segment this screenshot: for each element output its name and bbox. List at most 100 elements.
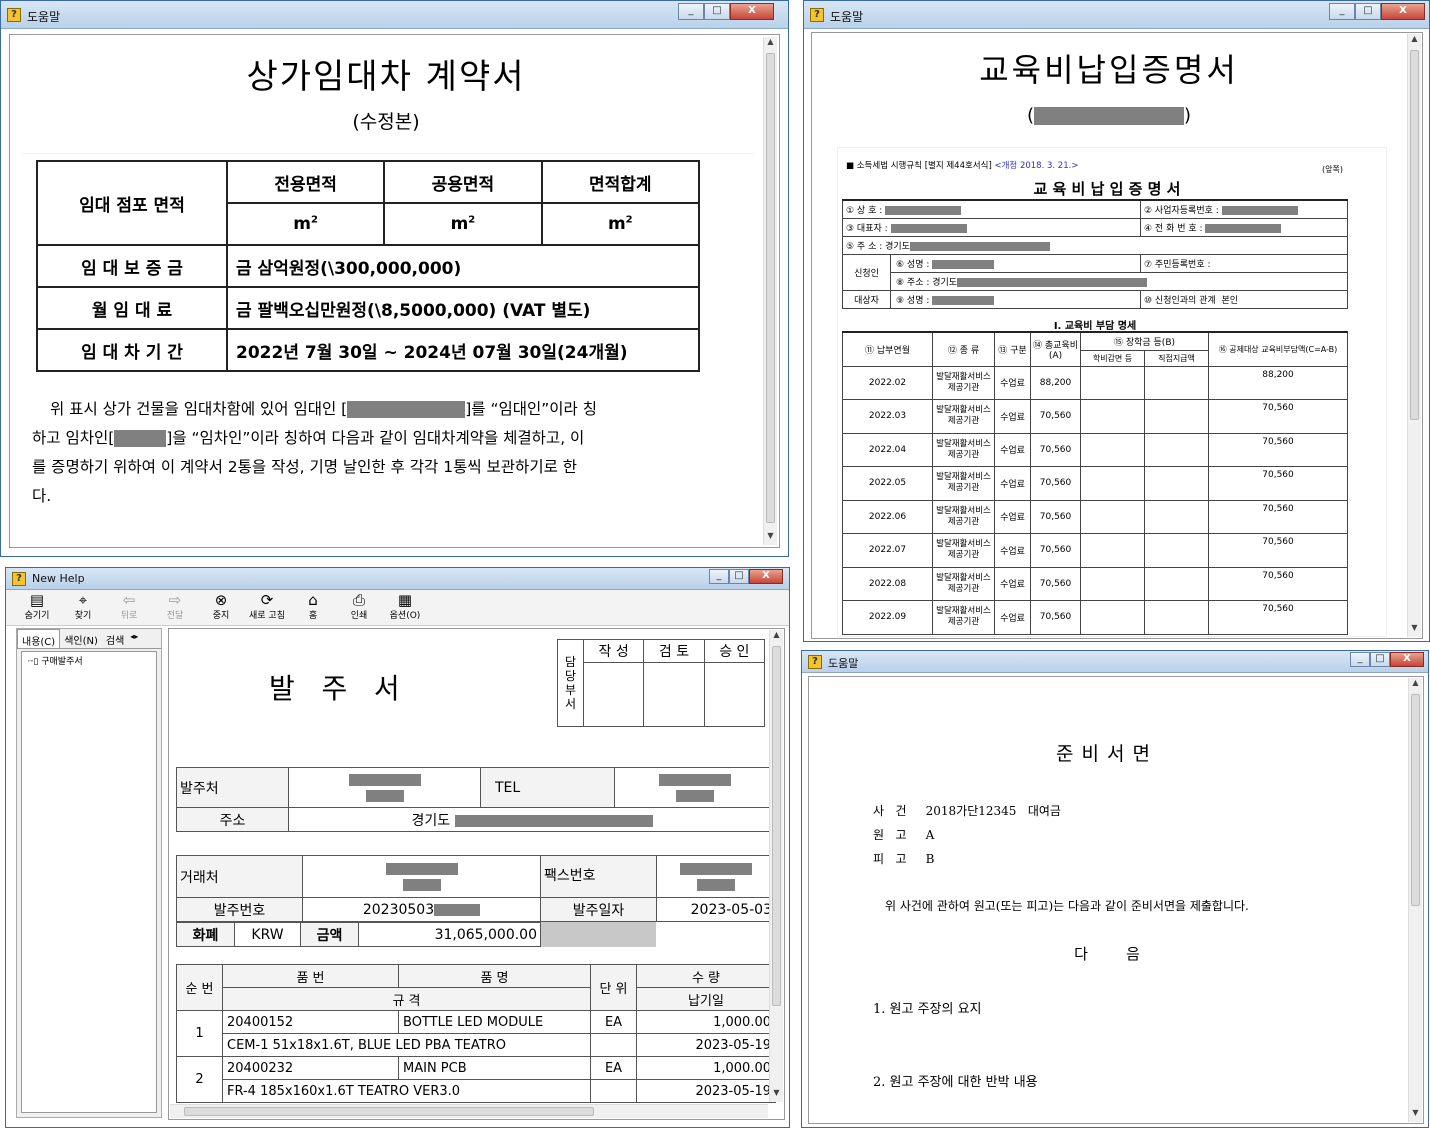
redacted-block [347, 401, 466, 418]
minimize-button[interactable]: _ [1329, 3, 1355, 20]
tab-contents[interactable]: 내용(C) [17, 629, 61, 648]
help-app-icon: ? [808, 655, 822, 669]
redacted-block [659, 773, 731, 786]
title-bar[interactable]: ? New Help _ □ X [6, 568, 789, 590]
payment-direct [1144, 399, 1209, 434]
approval-box: 담당부서 작 성 검 토 승 인 [557, 639, 766, 727]
item-unit: EA [590, 1010, 637, 1034]
payment-net: 70,560 [1208, 466, 1348, 501]
item-part-no: 20400152 [222, 1010, 399, 1034]
doc-subtitle: () [1026, 105, 1192, 126]
payment-kind: 발달재활서비스 제공기관 [932, 499, 995, 534]
orderer-table: 발주처 TEL 주소 경기도 [176, 767, 776, 832]
item-part-no: 20400232 [222, 1056, 399, 1080]
contract-paragraph: 위 표시 상가 건물을 임대차함에 있어 임대인 []를 “임대인”이라 칭 하… [32, 400, 598, 505]
payment-total: 88,200 [1030, 365, 1081, 400]
vertical-scrollbar[interactable]: ▲ ▼ [1407, 34, 1421, 637]
horizontal-scrollbar[interactable] [170, 1104, 768, 1118]
payment-month: 2022.06 [842, 499, 933, 534]
toolbar-forward-button[interactable]: ⇨ 전달 [152, 590, 198, 625]
area-col-total: 면적합계 [540, 160, 701, 204]
items-table: 순 번 품 번 품 명 단 위 수 량 규 격 납기일 1 20400152 BOT… [176, 964, 776, 1103]
toolbar-find-button[interactable]: ⌖ 찾기 [60, 590, 106, 625]
maximize-button[interactable]: □ [1370, 652, 1390, 667]
back-icon: ⇦ [122, 591, 136, 609]
payment-total: 70,560 [1030, 499, 1081, 534]
title-bar[interactable]: ? 도움말 _ □ X [802, 651, 1428, 673]
toolbar: ▤ 숨기기 ⌖ 찾기 ⇦ 뒤로 ⇨ 전달 ⊗ 중지 ⟳ 새로 고침 ⌂ 홈 ⎙ 인쇄 ▦ 옵션(O) [6, 590, 789, 626]
deposit-value: 금 삼억원정(\300,000,000) [226, 244, 700, 288]
toolbar-refresh-button[interactable]: ⟳ 새로 고침 [244, 590, 290, 625]
title-bar[interactable]: ? 도움말 _ □ X [1, 1, 788, 29]
item-qty: 1,000.00 [636, 1056, 776, 1080]
item-spec: FR-4 185x160x1.6T TEATRO VER3.0 [222, 1079, 591, 1103]
toolbar-label: 홈 [308, 611, 318, 621]
toolbar-stop-button[interactable]: ⊗ 중지 [198, 590, 244, 625]
toolbar-back-button[interactable]: ⇦ 뒤로 [106, 590, 152, 625]
payment-row: 2022.07 발달재활서비스 제공기관 수업료 70,560 70,560 [842, 533, 1348, 568]
form-reference: ■ 소득세법 시행규칙 [별지 제44호서식] <개정 2018. 3. 21.… [846, 161, 1079, 171]
vertical-scrollbar[interactable]: ▲ ▼ [769, 630, 783, 1102]
payment-kind: 발달재활서비스 제공기관 [932, 466, 995, 501]
redacted-block [1205, 223, 1282, 233]
tab-scroll-arrows[interactable]: ◂▸ [128, 629, 140, 648]
toolbar-label: 중지 [212, 611, 230, 621]
vertical-scrollbar[interactable]: ▲ ▼ [763, 37, 777, 545]
redacted-block [1221, 205, 1298, 215]
window-title: 도움말 [828, 657, 859, 670]
payment-direct [1144, 566, 1209, 601]
help-window-lease-contract: ? 도움말 _ □ X 상가임대차 계약서 (수정본) 임대 점포 면적 전용면… [0, 0, 789, 557]
close-button[interactable]: X [749, 569, 783, 584]
payment-type: 수업료 [994, 566, 1031, 601]
redacted-block [402, 878, 441, 891]
minimize-button[interactable]: _ [709, 569, 729, 584]
payment-kind: 발달재활서비스 제공기관 [932, 399, 995, 434]
tab-index[interactable]: 색인(N) [60, 629, 102, 648]
payment-type: 수업료 [994, 466, 1031, 501]
tab-search[interactable]: 검색 [102, 629, 128, 648]
payment-net: 70,560 [1208, 499, 1348, 534]
payment-direct [1144, 432, 1209, 467]
item-part-name: MAIN PCB [398, 1056, 591, 1080]
area-col-common: 공용면적 [383, 160, 543, 204]
item-spacer [590, 1033, 637, 1057]
minimize-button[interactable]: _ [1350, 652, 1370, 667]
payment-total: 70,560 [1030, 399, 1081, 434]
document-icon: ┈▯ [28, 657, 39, 667]
payment-month: 2022.03 [842, 399, 933, 434]
toolbar-options-button[interactable]: ▦ 옵션(O) [382, 590, 428, 625]
item-2: 2. 원고 주장에 대한 반박 내용 [873, 1075, 1038, 1090]
title-bar[interactable]: ? 도움말 _ □ X [804, 1, 1429, 29]
payment-month: 2022.09 [842, 600, 933, 635]
close-button[interactable]: X [730, 3, 774, 20]
minimize-button[interactable]: _ [678, 3, 704, 20]
form-title: 교 육 비 납 입 증 명 서 [1033, 180, 1181, 198]
maximize-button[interactable]: □ [1355, 3, 1381, 20]
redacted-block [114, 430, 167, 447]
payment-type: 수업료 [994, 432, 1031, 467]
payment-scholarship [1080, 566, 1145, 601]
redacted-block [932, 259, 995, 269]
toolbar-home-button[interactable]: ⌂ 홈 [290, 590, 336, 625]
maximize-button[interactable]: □ [704, 3, 730, 20]
form-side: (앞쪽) [1322, 165, 1343, 174]
toolbar-hide-button[interactable]: ▤ 숨기기 [14, 590, 60, 625]
rent-label: 월 임 대 료 [36, 286, 228, 330]
redacted-block [454, 814, 653, 827]
redacted-block [885, 205, 962, 215]
stop-icon: ⊗ [214, 591, 228, 609]
area-unit: m2 [225, 202, 386, 246]
payment-scholarship [1080, 432, 1145, 467]
toolbar-print-button[interactable]: ⎙ 인쇄 [336, 590, 382, 625]
vertical-scrollbar[interactable]: ▲ ▼ [1408, 678, 1422, 1122]
payment-month: 2022.07 [842, 533, 933, 568]
tree-item-purchase-order[interactable]: ┈▯ 구매발주서 [22, 652, 156, 667]
toolbar-label: 뒤로 [120, 611, 138, 621]
close-button[interactable]: X [1390, 652, 1424, 667]
payment-total: 70,560 [1030, 566, 1081, 601]
payment-month: 2022.08 [842, 566, 933, 601]
close-button[interactable]: X [1381, 3, 1425, 20]
payment-row: 2022.02 발달재활서비스 제공기관 수업료 88,200 88,200 [842, 365, 1348, 400]
doc-title: 교육비납입증명서 [979, 51, 1239, 89]
maximize-button[interactable]: □ [729, 569, 749, 584]
